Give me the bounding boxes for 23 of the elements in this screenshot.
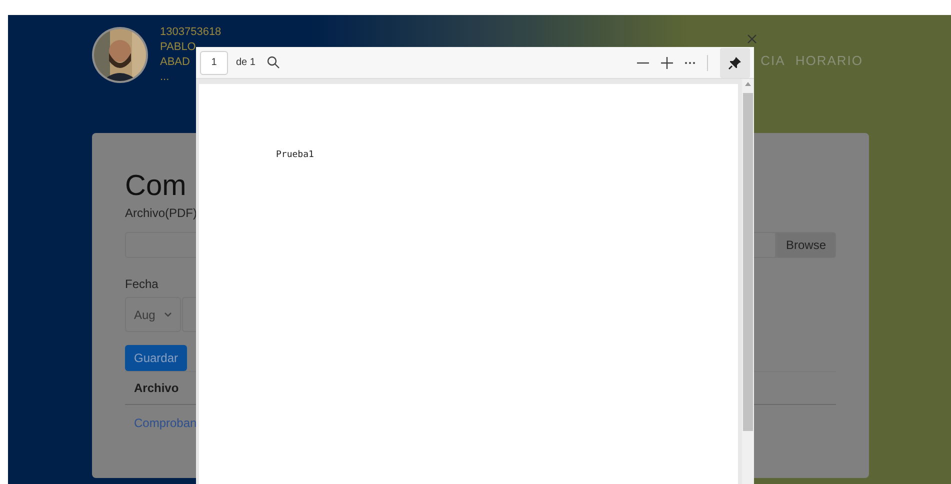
page-title: Com <box>125 169 186 204</box>
zoom-in-icon[interactable] <box>661 56 673 68</box>
field-label: Fecha <box>125 276 158 292</box>
month-select[interactable]: Aug <box>125 297 182 332</box>
user-name: ABAD <box>160 55 190 70</box>
chevron-down-icon <box>164 312 172 318</box>
nav-link[interactable]: CIA <box>760 53 786 133</box>
scrollbar-thumb[interactable] <box>743 93 753 431</box>
document-text: Prueba1 <box>276 150 314 160</box>
more-text: ... <box>160 70 170 85</box>
user-id: 1303753618 <box>160 25 222 40</box>
pin-button[interactable] <box>720 48 750 78</box>
page-count: de 1 <box>236 57 256 68</box>
field-label: Archivo(PDF) <box>125 205 198 221</box>
search-icon[interactable] <box>267 56 280 69</box>
file-link[interactable]: Comproban <box>134 416 197 430</box>
browse-button[interactable]: Browse <box>776 232 836 258</box>
nav-link[interactable]: HORARIO <box>795 53 863 133</box>
save-button[interactable]: Guardar <box>125 345 188 371</box>
page-number-field[interactable]: 1 <box>200 50 228 74</box>
user-name: PABLO <box>160 40 196 55</box>
scrollbar[interactable] <box>742 79 754 484</box>
pin-icon <box>728 56 742 70</box>
